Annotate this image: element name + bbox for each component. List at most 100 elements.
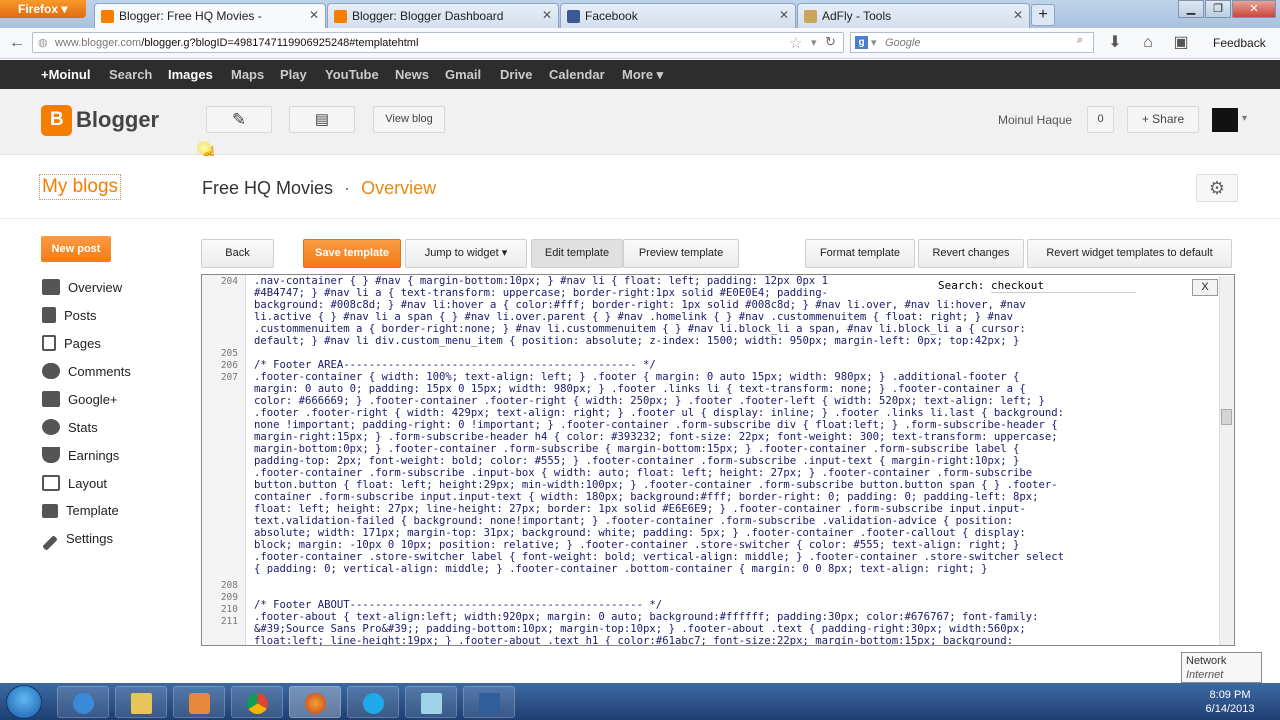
scrollbar-thumb[interactable]: [1221, 409, 1232, 425]
gbar-item-play[interactable]: Play: [280, 67, 307, 82]
tab-blogger-dashboard[interactable]: Blogger: Blogger Dashboard ✕: [327, 3, 559, 28]
tab-blogger-free-hq[interactable]: Blogger: Free HQ Movies - ✕: [94, 3, 326, 28]
tab-close-icon[interactable]: ✕: [542, 8, 552, 22]
tab-close-icon[interactable]: ✕: [1013, 8, 1023, 22]
history-dropdown-icon[interactable]: ▾: [811, 36, 817, 49]
home-icon[interactable]: ⌂: [1137, 32, 1159, 54]
save-template-button[interactable]: Save template: [303, 239, 401, 268]
code-line: absolute; width: 171px; margin-top: 31px…: [254, 527, 1026, 539]
taskbar-file-explorer[interactable]: [115, 686, 167, 718]
search-engine-dropdown-icon[interactable]: ▾: [871, 36, 877, 49]
back-arrow-icon[interactable]: ←: [6, 32, 28, 54]
code-line: background: #008c8d; } #nav li:hover a {…: [254, 299, 1026, 311]
jump-to-widget-dropdown[interactable]: Jump to widget ▾: [405, 239, 527, 268]
sidebar-item-posts[interactable]: Posts: [42, 307, 97, 323]
new-post-pencil-button[interactable]: ✎: [206, 106, 272, 133]
minimize-button[interactable]: ▁: [1178, 0, 1204, 18]
share-button[interactable]: + Share: [1127, 106, 1199, 133]
blogger-header: Blogger ✎ ▤ View blog Moinul Haque 0 + S…: [0, 89, 1280, 155]
tab-adfly[interactable]: AdFly - Tools ✕: [797, 3, 1030, 28]
close-window-button[interactable]: ✕: [1232, 0, 1276, 18]
taskbar-chrome[interactable]: [231, 686, 283, 718]
gbar-item-news[interactable]: News: [395, 67, 429, 82]
sidebar-item-overview[interactable]: Overview: [42, 279, 122, 295]
bookmark-star-icon[interactable]: ☆: [789, 34, 802, 52]
magnifier-icon[interactable]: ⌕: [1077, 34, 1083, 47]
feedback-button[interactable]: Feedback: [1213, 36, 1266, 50]
code-line: float:left; line-height:19px; } .footer-…: [254, 635, 1013, 645]
gbar-item-youtube[interactable]: YouTube: [325, 67, 379, 82]
avatar-dropdown-icon[interactable]: ▾: [1242, 113, 1247, 124]
gbar-item-calendar[interactable]: Calendar: [549, 67, 605, 82]
code-area[interactable]: .nav-container { } #nav { margin-bottom:…: [254, 275, 1210, 645]
revert-changes-button[interactable]: Revert changes: [918, 239, 1024, 268]
network-tooltip: Network Internet access: [1181, 652, 1262, 695]
my-blogs-link[interactable]: My blogs: [39, 174, 122, 200]
tab-close-icon[interactable]: ✕: [779, 8, 789, 22]
gbar-item-search[interactable]: Search: [109, 67, 152, 82]
sidebar-item-label: Layout: [68, 476, 108, 491]
code-line: block; margin: -10px 0 10px; position: r…: [254, 539, 1020, 551]
blogger-logo-icon[interactable]: [41, 105, 72, 136]
firefox-menu-button[interactable]: Firefox ▾: [0, 0, 86, 18]
close-search-button[interactable]: X: [1192, 279, 1218, 296]
avatar[interactable]: [1212, 108, 1238, 132]
gbar-item-more[interactable]: More ▾: [622, 67, 663, 83]
address-bar[interactable]: ◍ www.blogger.com/blogger.g?blogID=49817…: [32, 32, 844, 53]
maximize-button[interactable]: ❐: [1205, 0, 1231, 18]
preview-template-button[interactable]: Preview template: [623, 239, 739, 268]
tab-facebook[interactable]: Facebook ✕: [560, 3, 796, 28]
notifications-count[interactable]: 0: [1087, 106, 1114, 133]
posts-list-button[interactable]: ▤: [289, 106, 355, 133]
wrench-icon: [42, 535, 58, 551]
gbar-item-drive[interactable]: Drive: [500, 67, 533, 82]
code-line: { padding: 0; vertical-align: middle; } …: [254, 563, 988, 575]
template-code-editor[interactable]: 204 205 206 207 208 209 210 211 .nav-con…: [201, 274, 1235, 646]
search-bar[interactable]: g ▾ Google ⌕: [850, 32, 1094, 53]
edit-template-button[interactable]: Edit template: [531, 239, 623, 268]
code-line: default; } #nav li div.custom_menu_item …: [254, 335, 1020, 347]
sidebar-item-label: Google+: [68, 392, 118, 407]
firefox-icon: [305, 693, 326, 714]
system-clock[interactable]: 8:09 PM 6/14/2013: [1190, 688, 1270, 716]
gbar-item-profile[interactable]: +Moinul: [41, 67, 90, 82]
gear-icon[interactable]: ⚙: [1196, 174, 1238, 202]
sidebar-item-earnings[interactable]: Earnings: [42, 447, 119, 463]
new-post-button[interactable]: New post: [41, 236, 111, 262]
taskbar-app[interactable]: [405, 686, 457, 718]
sidebar-item-template[interactable]: Template: [42, 503, 119, 518]
user-name[interactable]: Moinul Haque: [998, 113, 1072, 127]
code-line: padding-top: 2px; font-weight: bold; col…: [254, 455, 1020, 467]
editor-scrollbar[interactable]: [1219, 276, 1234, 645]
reload-icon[interactable]: ↻: [825, 34, 836, 50]
format-template-button[interactable]: Format template: [805, 239, 915, 268]
blogger-brand[interactable]: Blogger: [76, 107, 159, 133]
sidebar-item-googleplus[interactable]: Google+: [42, 391, 118, 407]
line-number-gutter: 204 205 206 207 208 209 210 211: [202, 275, 246, 645]
back-button[interactable]: Back: [201, 239, 274, 268]
taskbar-skype[interactable]: [347, 686, 399, 718]
sidebar-item-stats[interactable]: Stats: [42, 419, 98, 435]
gbar-item-images[interactable]: Images: [168, 67, 213, 82]
line-number: 206: [220, 360, 238, 371]
taskbar-firefox[interactable]: [289, 686, 341, 718]
gbar-item-gmail[interactable]: Gmail: [445, 67, 481, 82]
windows-start-button[interactable]: [6, 685, 42, 719]
section-name: Overview: [361, 178, 437, 198]
taskbar-internet-explorer[interactable]: [57, 686, 109, 718]
sidebar-item-comments[interactable]: Comments: [42, 363, 131, 379]
view-blog-button[interactable]: View blog: [373, 106, 445, 133]
sidebar-item-settings[interactable]: Settings: [42, 531, 113, 551]
new-tab-button[interactable]: +: [1031, 4, 1055, 26]
addon-icon[interactable]: ▣: [1170, 32, 1192, 54]
sidebar-item-pages[interactable]: Pages: [42, 335, 101, 351]
taskbar-video-app[interactable]: [463, 686, 515, 718]
sidebar-item-label: Posts: [64, 308, 97, 323]
gbar-item-maps[interactable]: Maps: [231, 67, 264, 82]
editor-search-input[interactable]: [990, 279, 1136, 293]
taskbar-media-player[interactable]: [173, 686, 225, 718]
tab-close-icon[interactable]: ✕: [309, 8, 319, 22]
sidebar-item-layout[interactable]: Layout: [42, 475, 107, 491]
revert-widget-templates-button[interactable]: Revert widget templates to default: [1027, 239, 1232, 268]
downloads-icon[interactable]: ⬇: [1104, 32, 1126, 54]
